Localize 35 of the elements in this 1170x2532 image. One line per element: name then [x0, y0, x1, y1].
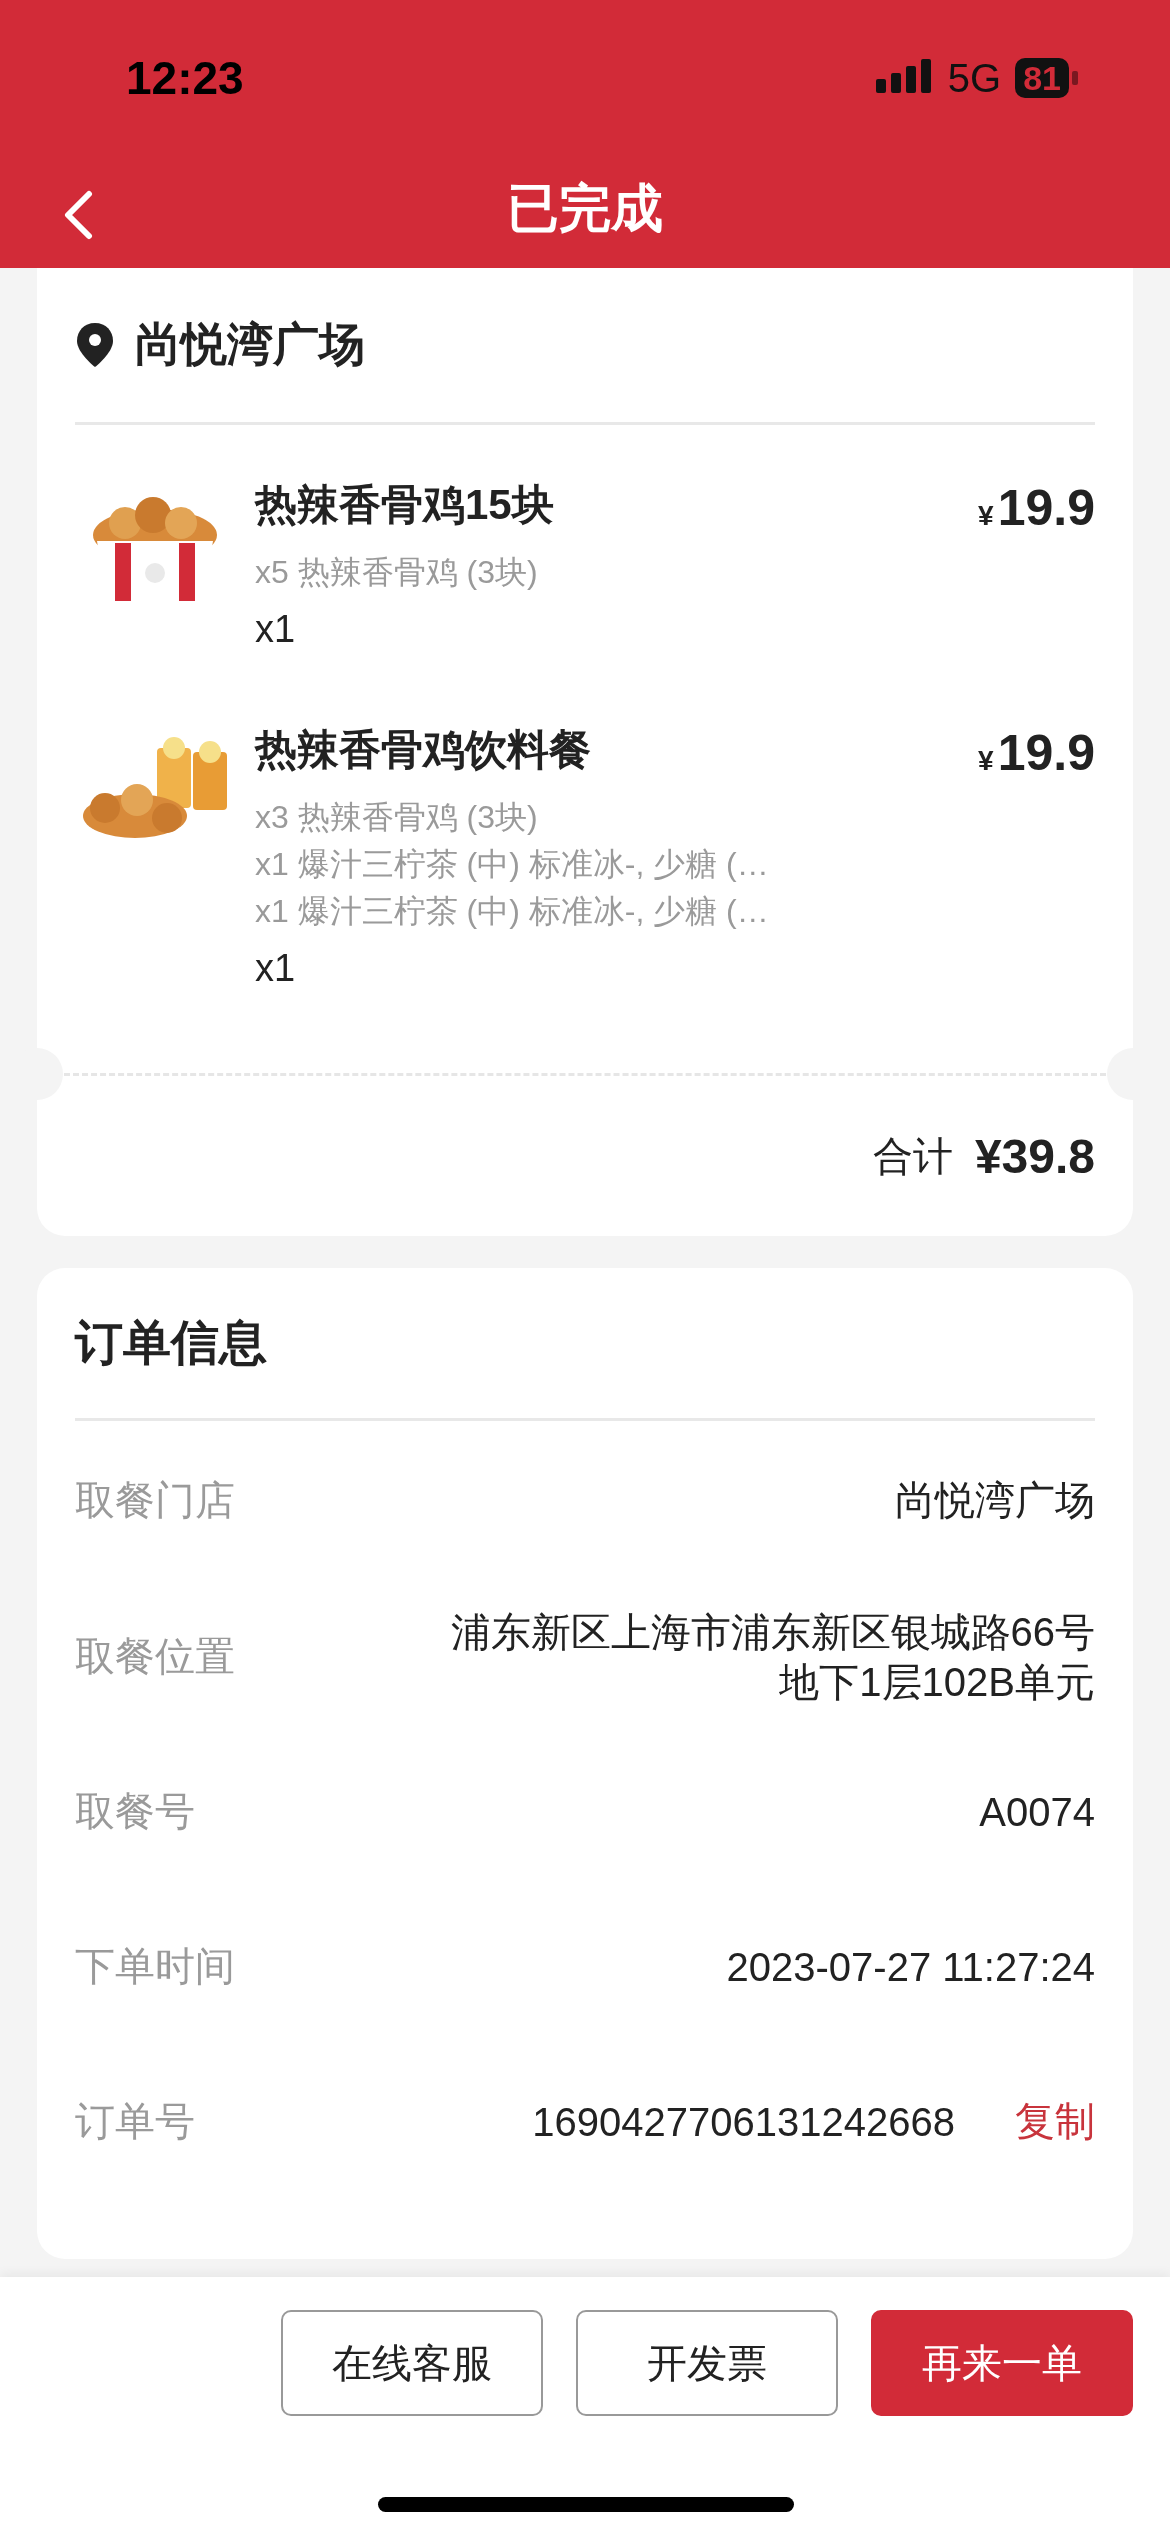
back-icon[interactable]	[62, 190, 94, 240]
currency-sign: ¥	[978, 500, 994, 532]
store-name: 尚悦湾广场	[135, 317, 365, 372]
product-detail: x5 热辣香骨鸡 (3块)	[255, 553, 539, 592]
total-label: 合计	[872, 1132, 953, 1180]
product-detail: x3 热辣香骨鸡 (3块)	[255, 798, 539, 837]
section-title: 订单信息	[75, 1315, 267, 1371]
info-label: 取餐号	[75, 1788, 195, 1835]
total-amount: ¥39.8	[974, 1128, 1095, 1184]
info-value: 1690427706131242668	[532, 2098, 955, 2146]
info-value: 尚悦湾广场	[895, 1477, 1095, 1524]
action-button[interactable]: 在线客服	[281, 2310, 543, 2416]
product-name: 热辣香骨鸡饮料餐	[255, 725, 592, 775]
product-detail: x1 爆汁三柠茶 (中) 标准冰-, 少糖 (…	[255, 892, 770, 931]
status-time: 12:23	[126, 51, 244, 105]
product-detail: x1 爆汁三柠茶 (中) 标准冰-, 少糖 (…	[255, 845, 770, 884]
location-pin-icon	[75, 321, 115, 369]
product-price: 19.9	[997, 479, 1095, 537]
info-label: 取餐门店	[75, 1476, 235, 1524]
action-button[interactable]: 开发票	[576, 2310, 838, 2416]
info-label: 订单号	[75, 2098, 195, 2145]
currency-sign: ¥	[978, 745, 994, 777]
product-name: 热辣香骨鸡15块	[255, 480, 555, 530]
network-label: 5G	[947, 55, 1002, 101]
page-title: 已完成	[507, 178, 663, 239]
copy-link[interactable]: 复制	[1015, 2094, 1095, 2149]
product-price: 19.9	[997, 724, 1095, 782]
info-value: A0074	[979, 1788, 1095, 1836]
quantity-label: x1	[255, 946, 297, 991]
info-value: 浦东新区上海市浦东新区银城路66号地下1层102B单元	[449, 1608, 1095, 1706]
info-value: 2023-07-27 11:27:24	[726, 1943, 1095, 1991]
quantity-label: x1	[255, 607, 297, 652]
info-label: 下单时间	[75, 1943, 235, 1990]
action-button[interactable]: 再来一单	[871, 2310, 1133, 2416]
info-label: 取餐位置	[75, 1633, 235, 1680]
